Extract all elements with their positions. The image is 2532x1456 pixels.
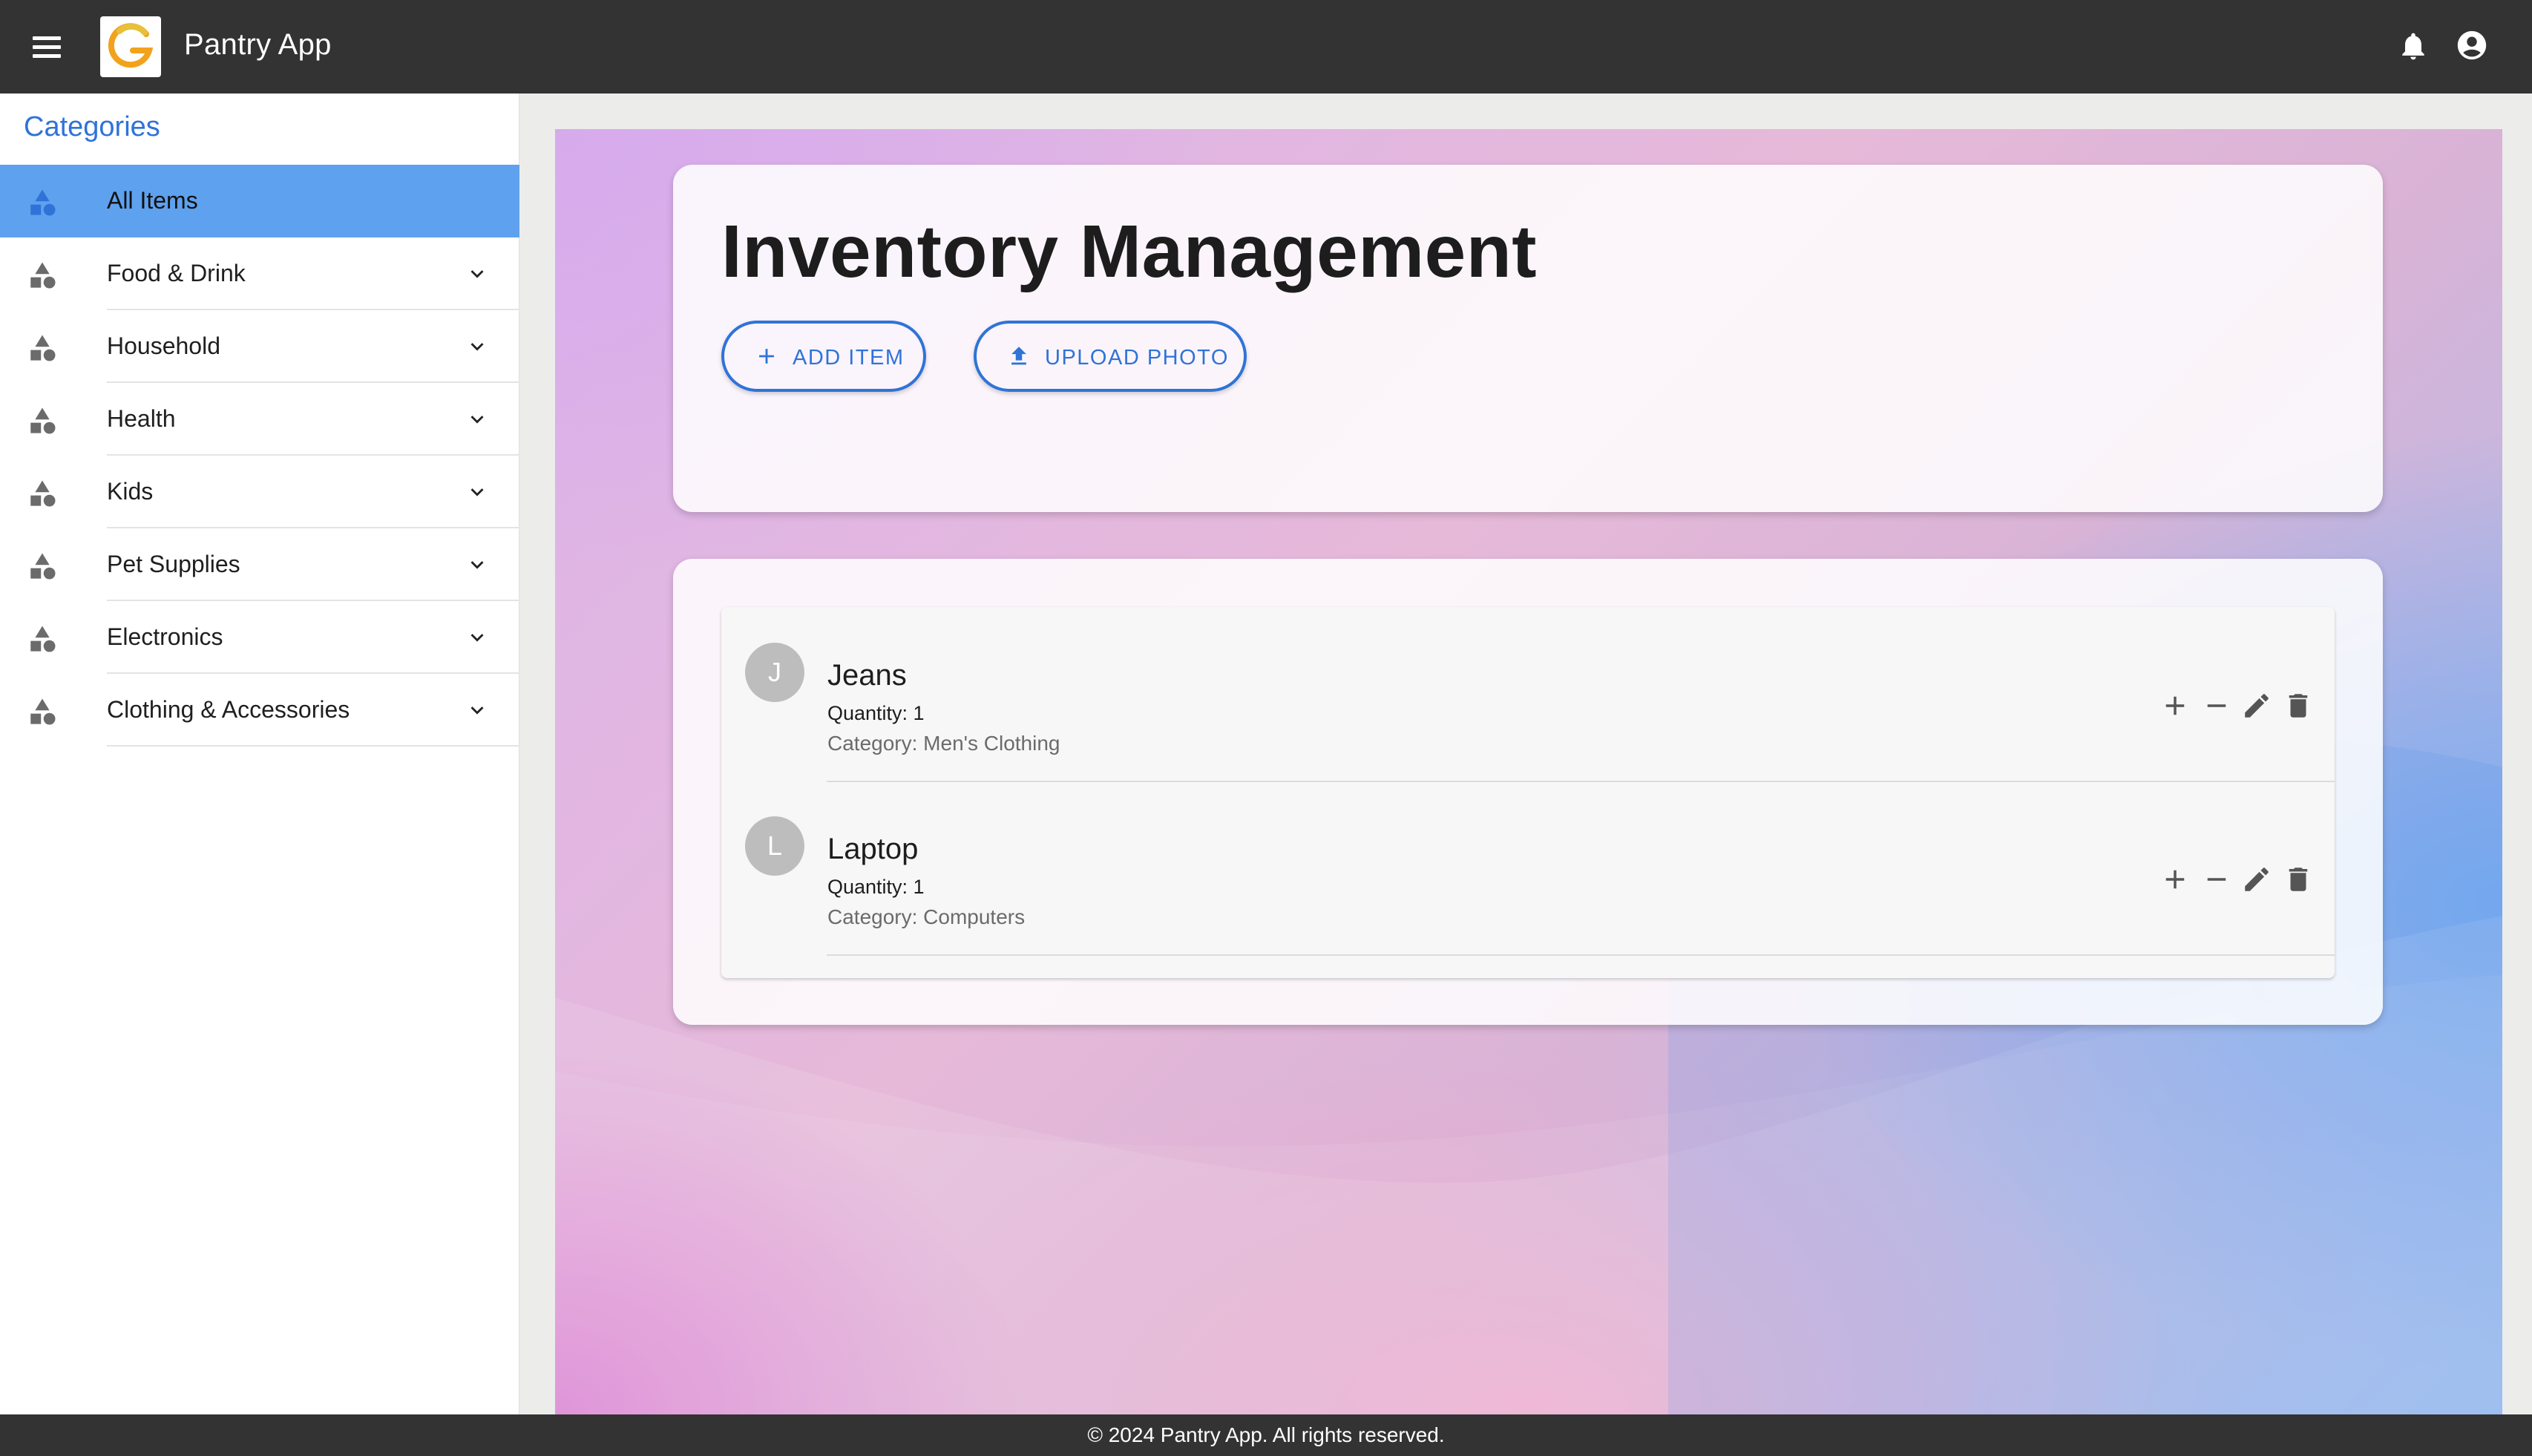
footer: © 2024 Pantry App. All rights reserved. bbox=[0, 1414, 2532, 1456]
category-icon bbox=[27, 260, 58, 291]
add-item-label: ADD ITEM bbox=[793, 346, 905, 370]
item-quantity: Quantity: 1 bbox=[827, 876, 925, 898]
decrement-icon[interactable] bbox=[2201, 864, 2232, 895]
category-icon bbox=[27, 551, 58, 582]
menu-icon[interactable] bbox=[30, 28, 67, 65]
list-item: J Jeans Quantity: 1 Category: Men's Clothin… bbox=[721, 607, 2335, 782]
increment-icon[interactable] bbox=[2159, 864, 2191, 895]
chevron-down-icon[interactable] bbox=[465, 552, 490, 577]
footer-text: © 2024 Pantry App. All rights reserved. bbox=[1087, 1423, 1445, 1446]
chevron-down-icon[interactable] bbox=[465, 479, 490, 505]
edit-icon[interactable] bbox=[2241, 864, 2272, 895]
item-category: Category: Computers bbox=[827, 905, 1026, 928]
delete-icon[interactable] bbox=[2283, 690, 2314, 721]
app-bar: Pantry App bbox=[0, 0, 2532, 94]
avatar: J bbox=[745, 643, 804, 702]
sidebar-item-food-drink[interactable]: Food & Drink bbox=[0, 237, 519, 310]
upload-photo-button[interactable]: UPLOAD PHOTO bbox=[974, 321, 1247, 392]
sidebar-item-label: Food & Drink bbox=[107, 260, 246, 286]
divider bbox=[107, 745, 519, 747]
add-item-button[interactable]: ADD ITEM bbox=[721, 321, 926, 392]
sidebar-item-all-items[interactable]: All Items bbox=[0, 165, 519, 237]
delete-icon[interactable] bbox=[2283, 864, 2314, 895]
category-icon bbox=[27, 405, 58, 436]
category-icon bbox=[27, 623, 58, 655]
avatar: L bbox=[745, 816, 804, 876]
app-title: Pantry App bbox=[184, 28, 332, 61]
page-title: Inventory Management bbox=[721, 210, 1538, 293]
sidebar-item-label: All Items bbox=[107, 187, 198, 214]
edit-icon[interactable] bbox=[2241, 690, 2272, 721]
category-list: All Items Food & Drink Household Health Kids… bbox=[0, 165, 519, 747]
app-logo[interactable] bbox=[100, 16, 161, 77]
sidebar-item-label: Clothing & Accessories bbox=[107, 696, 350, 723]
chevron-down-icon[interactable] bbox=[465, 334, 490, 359]
chevron-down-icon[interactable] bbox=[465, 625, 490, 650]
divider bbox=[827, 954, 2335, 956]
account-circle-icon[interactable] bbox=[2455, 28, 2489, 62]
items-list: J Jeans Quantity: 1 Category: Men's Clothin… bbox=[721, 607, 2335, 978]
sidebar-item-label: Pet Supplies bbox=[107, 551, 240, 577]
increment-icon[interactable] bbox=[2159, 690, 2191, 721]
decrement-icon[interactable] bbox=[2201, 690, 2232, 721]
sidebar-item-pet-supplies[interactable]: Pet Supplies bbox=[0, 528, 519, 601]
sidebar-item-electronics[interactable]: Electronics bbox=[0, 601, 519, 674]
chevron-down-icon[interactable] bbox=[465, 407, 490, 432]
sidebar-item-label: Health bbox=[107, 405, 176, 432]
item-category: Category: Men's Clothing bbox=[827, 732, 1060, 755]
sidebar-heading: Categories bbox=[24, 111, 160, 142]
category-icon bbox=[27, 187, 58, 218]
sidebar-item-household[interactable]: Household bbox=[0, 310, 519, 383]
item-quantity: Quantity: 1 bbox=[827, 702, 925, 724]
chevron-down-icon[interactable] bbox=[465, 698, 490, 723]
list-item: L Laptop Quantity: 1 Category: Computers bbox=[721, 781, 2335, 956]
bell-icon[interactable] bbox=[2397, 28, 2430, 64]
item-name: Jeans bbox=[827, 659, 907, 692]
plus-icon bbox=[754, 344, 779, 369]
sidebar-item-health[interactable]: Health bbox=[0, 383, 519, 456]
sidebar-item-label: Electronics bbox=[107, 623, 223, 650]
sidebar: Categories All Items Food & Drink Househol… bbox=[0, 94, 519, 1414]
category-icon bbox=[27, 696, 58, 727]
sidebar-item-kids[interactable]: Kids bbox=[0, 456, 519, 528]
upload-photo-label: UPLOAD PHOTO bbox=[1045, 346, 1229, 370]
upload-icon bbox=[1006, 344, 1032, 369]
sidebar-item-clothing-accessories[interactable]: Clothing & Accessories bbox=[0, 674, 519, 747]
item-name: Laptop bbox=[827, 833, 919, 865]
sidebar-item-label: Kids bbox=[107, 478, 154, 505]
sidebar-item-label: Household bbox=[107, 332, 220, 359]
category-icon bbox=[27, 478, 58, 509]
chevron-down-icon[interactable] bbox=[465, 261, 490, 286]
category-icon bbox=[27, 332, 58, 364]
